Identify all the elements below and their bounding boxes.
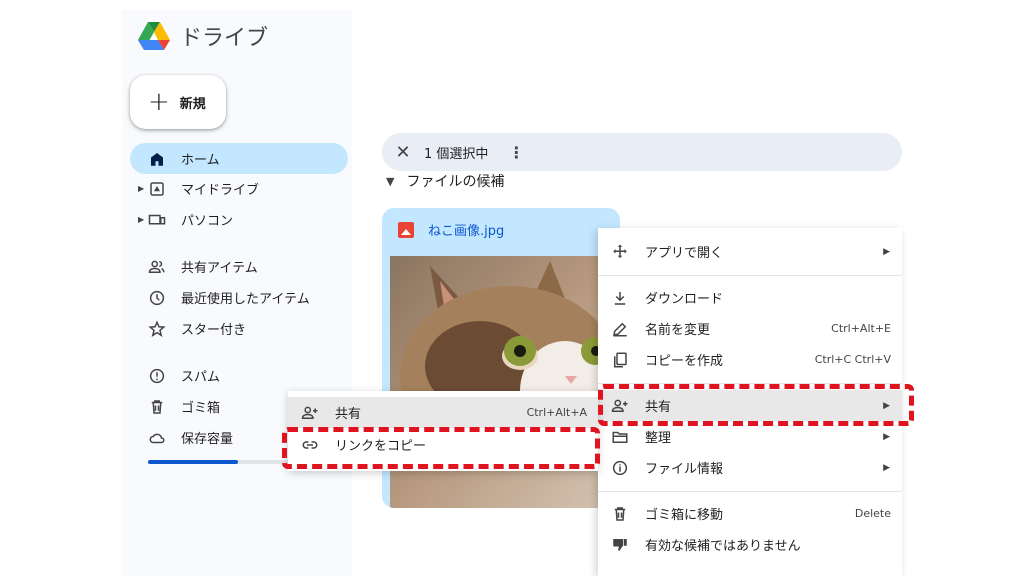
highlight-share-item <box>598 384 914 426</box>
sidebar-item-label: 保存容量 <box>181 432 234 447</box>
add-person-icon <box>300 403 320 423</box>
menu-divider <box>598 491 902 492</box>
file-name: ねこ画像.jpg <box>428 224 505 239</box>
app-title: ドライブ <box>180 26 269 51</box>
drive-logo-icon <box>138 22 170 50</box>
menu-item-move-to-trash[interactable]: ゴミ箱に移動 Delete <box>598 498 902 529</box>
sidebar-item-computers[interactable]: ▶ パソコン <box>130 204 348 235</box>
menu-item-shortcut: Ctrl+Alt+E <box>831 322 891 335</box>
submenu-arrow-icon: ▶ <box>883 431 890 442</box>
new-button[interactable]: + 新規 <box>130 75 226 129</box>
spam-icon <box>148 367 166 385</box>
menu-item-shortcut: Delete <box>854 507 891 520</box>
menu-item-label: コピーを作成 <box>645 354 724 369</box>
move-arrows-icon <box>610 242 630 262</box>
close-icon[interactable]: ✕ <box>394 142 412 163</box>
sidebar-item-label: パソコン <box>181 214 234 229</box>
drive-logo[interactable]: ドライブ <box>136 20 268 52</box>
sidebar-item-starred[interactable]: スター付き <box>130 313 348 344</box>
sidebar-item-my-drive[interactable]: ▶ マイドライブ <box>130 173 348 204</box>
section-title: ファイルの候補 <box>406 174 505 190</box>
copy-icon <box>610 350 630 370</box>
home-icon <box>148 150 166 168</box>
menu-item-make-copy[interactable]: コピーを作成 Ctrl+C Ctrl+V <box>598 344 902 375</box>
selection-count: 1 個選択中 <box>424 146 489 162</box>
sidebar-item-recent[interactable]: 最近使用したアイテム <box>130 282 348 313</box>
sidebar-item-shared[interactable]: 共有アイテム <box>130 251 348 282</box>
menu-item-label: 有効な候補ではありません <box>645 539 801 554</box>
plus-icon: + <box>148 87 170 117</box>
menu-item-label: 整理 <box>645 431 672 446</box>
sidebar-item-label: 共有アイテム <box>181 261 258 276</box>
menu-item-file-info[interactable]: ファイル情報 ▶ <box>598 452 902 483</box>
sidebar-item-label: ゴミ箱 <box>181 401 221 416</box>
download-icon <box>610 288 630 308</box>
menu-item-download[interactable]: ダウンロード <box>598 282 902 313</box>
selection-toolbar: ✕ 1 個選択中 ⋮ <box>382 133 902 171</box>
menu-item-label: ゴミ箱に移動 <box>645 508 724 523</box>
computer-icon <box>148 211 166 229</box>
sidebar-item-label: 最近使用したアイテム <box>181 292 310 307</box>
file-card-header: ねこ画像.jpg <box>398 220 504 239</box>
menu-item-label: 共有 <box>335 407 362 422</box>
sidebar-item-home[interactable]: ホーム <box>130 143 348 174</box>
sidebar-item-label: スパム <box>181 370 221 385</box>
submenu-arrow-icon: ▶ <box>883 246 890 257</box>
clock-icon <box>148 289 166 307</box>
expand-caret-icon[interactable]: ▶ <box>138 184 144 193</box>
menu-divider <box>598 275 902 276</box>
trash-icon <box>148 398 166 416</box>
menu-item-label: ダウンロード <box>645 292 724 307</box>
menu-item-shortcut: Ctrl+C Ctrl+V <box>814 353 891 366</box>
menu-item-rename[interactable]: 名前を変更 Ctrl+Alt+E <box>598 313 902 344</box>
image-file-icon <box>398 221 414 238</box>
sidebar-item-spam[interactable]: スパム <box>130 360 348 391</box>
sidebar-item-label: マイドライブ <box>181 183 260 198</box>
menu-item-open-with[interactable]: アプリで開く ▶ <box>598 236 902 267</box>
star-icon <box>148 319 166 338</box>
thumbs-down-icon <box>610 535 630 555</box>
menu-item-label: 名前を変更 <box>645 323 711 338</box>
expand-caret-icon[interactable]: ▶ <box>138 215 144 224</box>
storage-usage-fill <box>148 460 238 464</box>
shared-people-icon <box>148 258 166 276</box>
cloud-icon <box>148 429 166 447</box>
trash-icon <box>610 504 630 524</box>
submenu-arrow-icon: ▶ <box>883 462 890 473</box>
more-options-icon[interactable]: ⋮ <box>508 143 524 162</box>
highlight-copy-link-item <box>282 427 600 469</box>
info-icon <box>610 458 630 478</box>
menu-item-shortcut: Ctrl+Alt+A <box>526 406 587 419</box>
menu-item-not-helpful[interactable]: 有効な候補ではありません <box>598 529 902 560</box>
sidebar-item-label: スター付き <box>181 323 247 338</box>
chevron-down-icon: ▼ <box>386 174 395 188</box>
menu-item-label: アプリで開く <box>645 246 724 261</box>
sidebar: ドライブ + 新規 ホーム ▶ マイドライブ ▶ パソコン 共有アイテム 最近使… <box>122 10 352 576</box>
sidebar-item-label: ホーム <box>181 153 220 168</box>
my-drive-icon <box>148 180 166 198</box>
new-button-label: 新規 <box>179 96 206 112</box>
submenu-item-share[interactable]: 共有 Ctrl+Alt+A <box>288 397 598 428</box>
folder-open-icon <box>610 427 630 447</box>
suggested-files-header[interactable]: ▼ ファイルの候補 <box>386 171 504 191</box>
menu-item-label: ファイル情報 <box>645 462 724 477</box>
pencil-icon <box>610 319 630 339</box>
